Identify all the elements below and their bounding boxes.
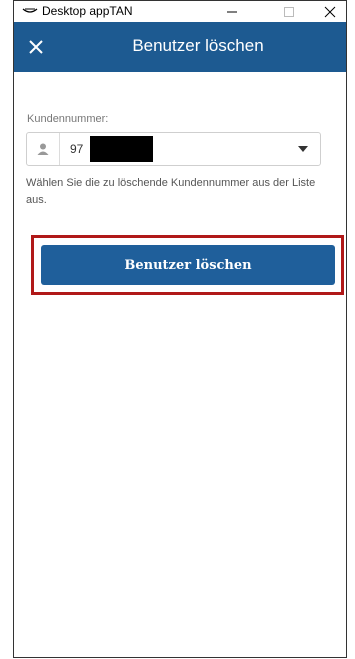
window-title: Desktop appTAN: [42, 4, 133, 18]
app-window: Desktop appTAN Benutzer löschen Kundennu…: [13, 0, 347, 658]
user-icon: [27, 133, 60, 165]
close-icon[interactable]: [310, 1, 346, 22]
redaction-bar: [90, 136, 153, 162]
selected-customer-number: 97: [70, 142, 84, 156]
app-logo-icon: [22, 6, 38, 16]
select-hint: Wählen Sie die zu löschende Kundennummer…: [26, 177, 316, 206]
customer-number-label: Kundennummer:: [27, 113, 109, 125]
window-titlebar[interactable]: Desktop appTAN: [14, 1, 346, 22]
page-title: Benutzer löschen: [132, 36, 264, 55]
chevron-down-icon[interactable]: [298, 146, 308, 152]
delete-user-button[interactable]: Benutzer löschen: [41, 245, 335, 285]
minimize-icon[interactable]: [212, 1, 252, 22]
app-header: Benutzer löschen: [14, 22, 346, 72]
maximize-icon[interactable]: [269, 1, 309, 22]
customer-number-select[interactable]: 97: [26, 132, 321, 166]
